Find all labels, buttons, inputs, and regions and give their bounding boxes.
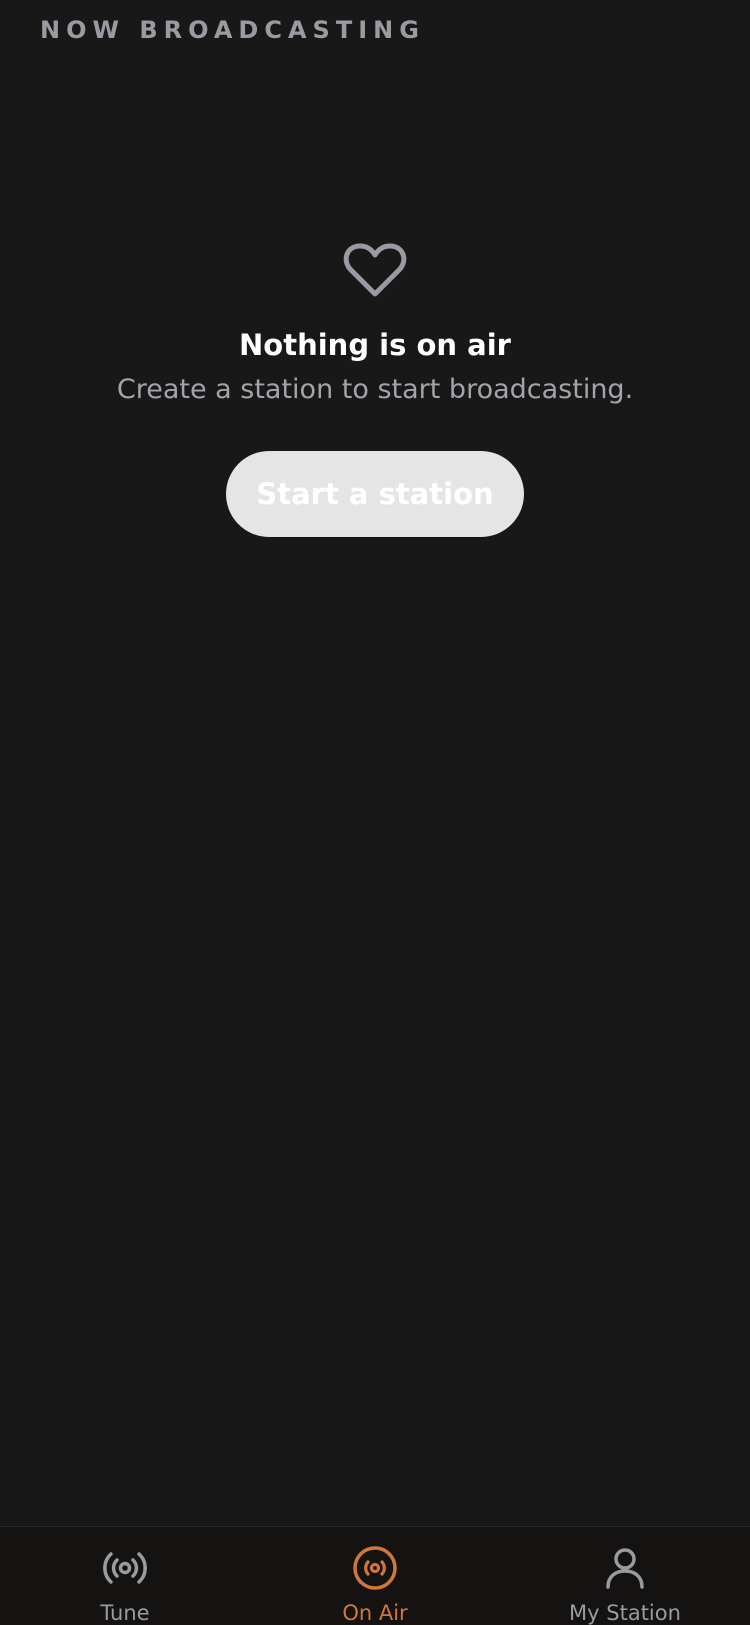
empty-state: Nothing is on air Create a station to st… xyxy=(0,240,750,537)
empty-state-title: Nothing is on air xyxy=(239,328,511,362)
tab-tune[interactable]: Tune xyxy=(0,1527,250,1625)
user-icon xyxy=(606,1548,644,1589)
tab-on-air-label: On Air xyxy=(342,1601,408,1625)
page-title: NOW BROADCASTING xyxy=(40,16,425,44)
start-station-button[interactable]: Start a station xyxy=(226,451,524,537)
on-air-disc-icon xyxy=(353,1546,397,1590)
tab-bar: Tune On Air My Station xyxy=(0,1526,750,1625)
heart-outline-icon xyxy=(343,243,407,297)
empty-state-subtitle: Create a station to start broadcasting. xyxy=(116,374,634,405)
tab-on-air[interactable]: On Air xyxy=(250,1527,500,1625)
broadcast-icon xyxy=(103,1552,147,1584)
tab-my-station[interactable]: My Station xyxy=(500,1527,750,1625)
tab-my-station-label: My Station xyxy=(569,1601,681,1625)
tab-tune-label: Tune xyxy=(100,1601,150,1625)
